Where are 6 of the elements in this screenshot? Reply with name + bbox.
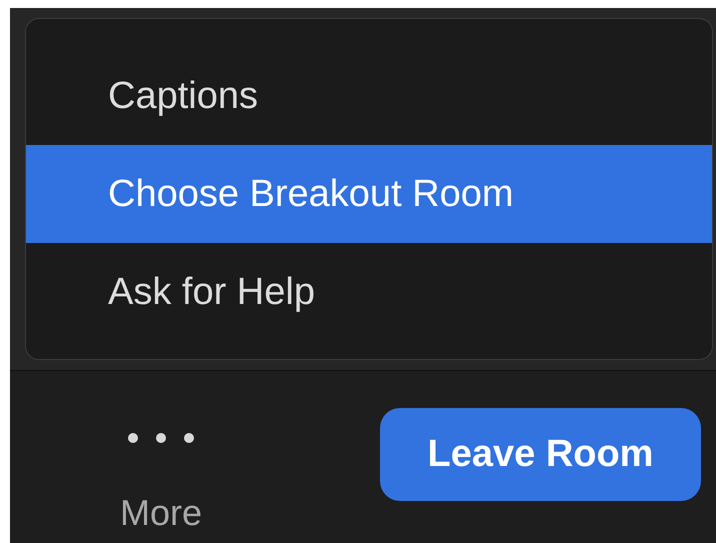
leave-room-button[interactable]: Leave Room: [380, 408, 701, 500]
menu-item[interactable]: Ask for Help: [26, 243, 712, 341]
more-icon: [125, 431, 197, 445]
menu-item[interactable]: Choose Breakout Room: [26, 145, 712, 243]
more-button[interactable]: More: [106, 383, 216, 531]
menu-item[interactable]: Captions: [26, 47, 712, 145]
